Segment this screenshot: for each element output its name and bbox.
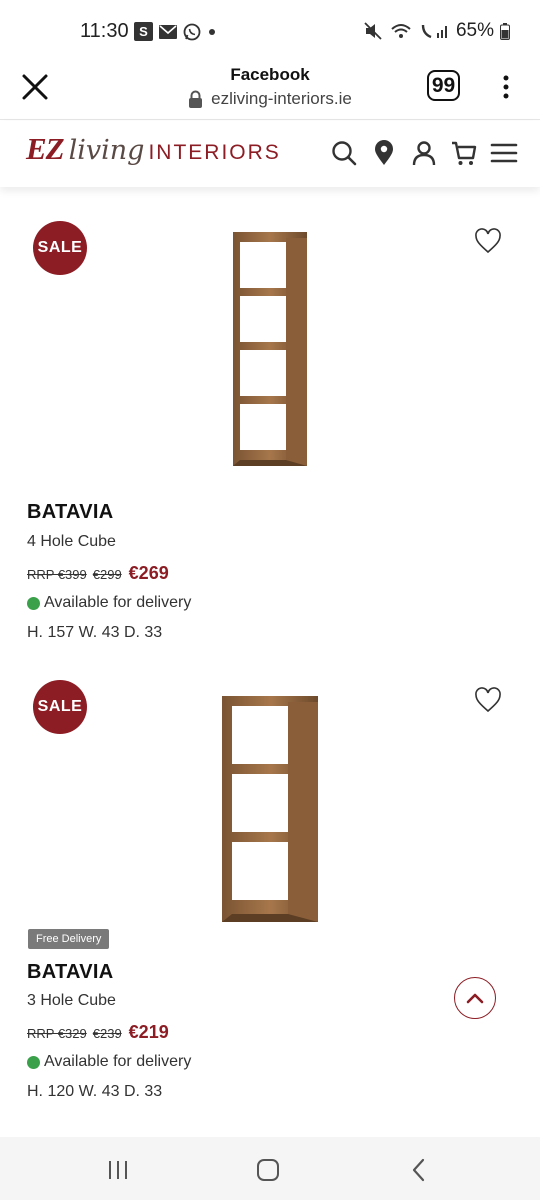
free-delivery-badge: Free Delivery — [28, 929, 110, 949]
product-dimensions: H. 120 W. 43 D. 33 — [27, 1083, 163, 1100]
chevron-up-icon — [466, 993, 484, 1004]
rrp-price: RRP €329 — [27, 1026, 87, 1041]
home-icon[interactable] — [255, 1157, 281, 1183]
was-price: €239 — [92, 1026, 122, 1041]
availability-dot-icon — [27, 1055, 40, 1069]
recent-apps-icon[interactable] — [105, 1157, 131, 1183]
scroll-to-top-button[interactable] — [454, 977, 496, 1019]
product-brand[interactable]: BATAVIA — [27, 961, 114, 984]
sale-badge: SALE — [33, 680, 87, 734]
back-icon[interactable] — [407, 1157, 433, 1183]
product-card[interactable]: SALE Free Delivery BATAVIA 3 Hole Cube R… — [0, 0, 540, 1120]
sale-price: €219 — [128, 1022, 169, 1042]
product-image-3-hole-cube[interactable] — [220, 694, 320, 924]
availability-text: Available for delivery — [44, 1053, 192, 1070]
availability: Available for delivery — [27, 1053, 191, 1071]
product-prices: RRP €329 €239 €219 — [27, 1022, 169, 1043]
system-nav-bar — [0, 1137, 540, 1200]
product-name[interactable]: 3 Hole Cube — [27, 992, 116, 1010]
wishlist-heart-icon[interactable] — [474, 687, 502, 713]
